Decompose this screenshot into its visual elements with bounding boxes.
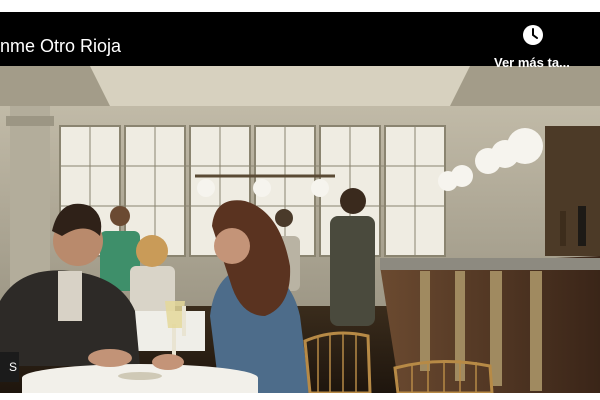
- clock-icon: [523, 25, 543, 45]
- watch-later-button[interactable]: Ver más ta...: [494, 24, 600, 76]
- video-frame[interactable]: [0, 66, 600, 393]
- bottom-margin: [0, 393, 600, 400]
- corner-badge[interactable]: S: [0, 352, 19, 382]
- top-margin: [0, 0, 600, 12]
- video-player[interactable]: nme Otro Rioja Ver más ta... S: [0, 12, 600, 393]
- video-scene: [0, 66, 600, 393]
- watch-later-label: Ver más ta...: [494, 55, 570, 70]
- video-title[interactable]: nme Otro Rioja: [0, 36, 121, 57]
